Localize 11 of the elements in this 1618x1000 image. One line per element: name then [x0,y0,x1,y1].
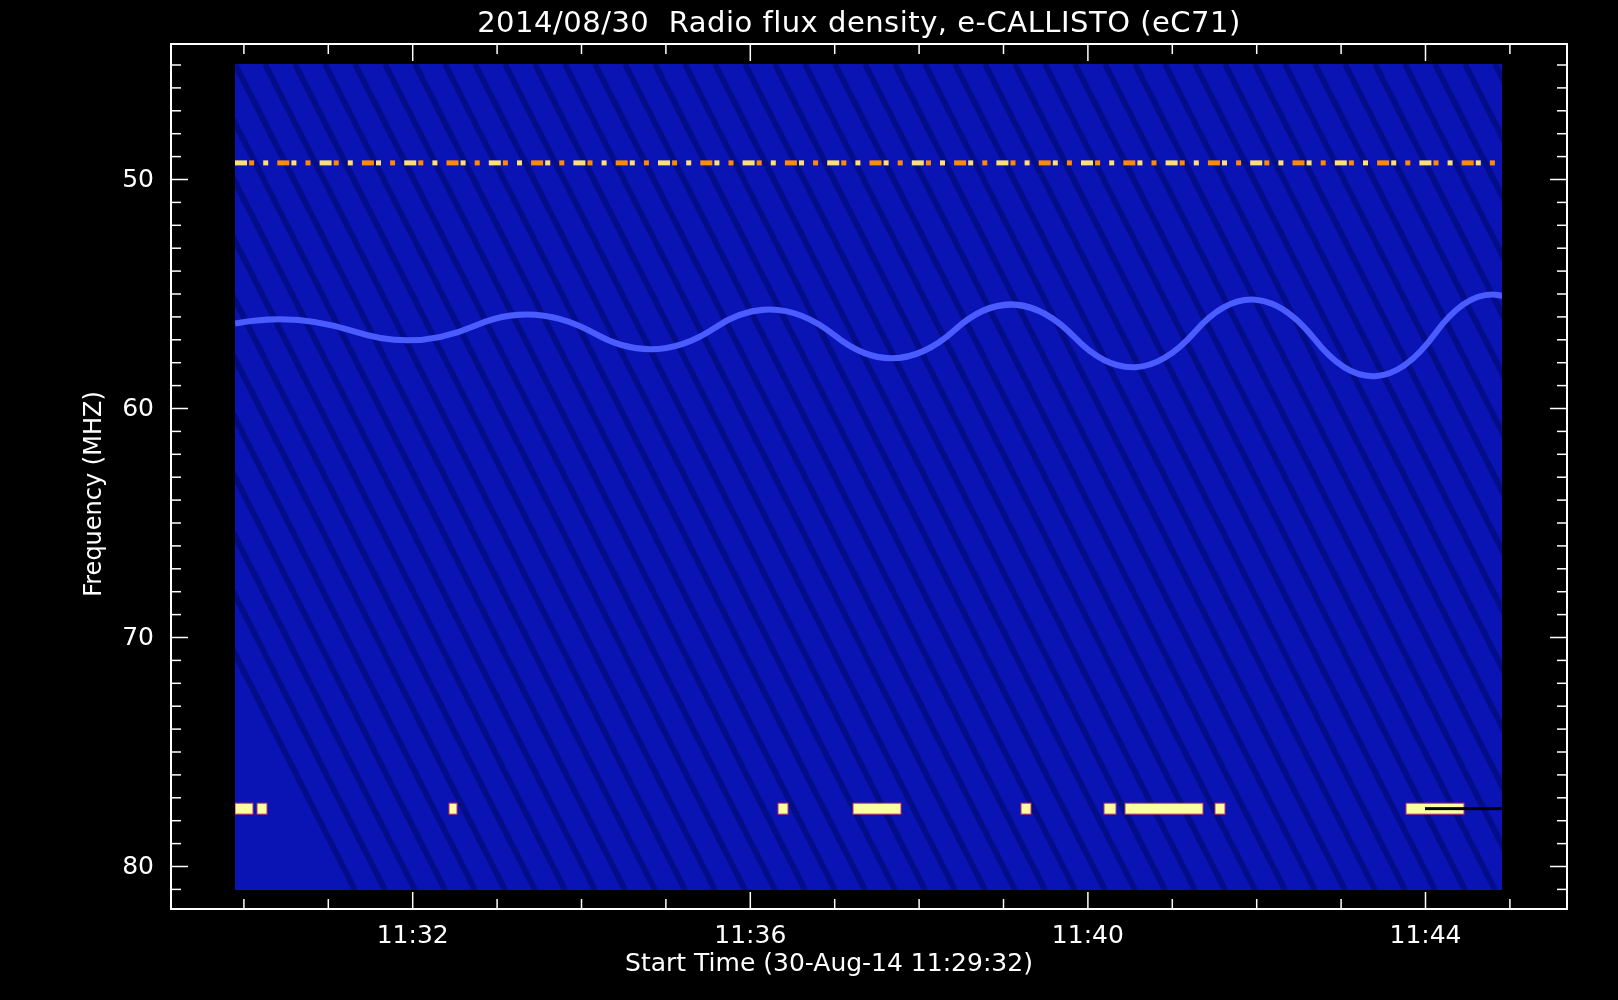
y-tick-label: 70 [122,621,154,650]
x-axis-label: Start Time (30-Aug-14 11:29:32) [625,948,1033,977]
y-tick-label: 80 [122,850,154,879]
y-tick-label: 50 [122,163,154,192]
x-tick-label: 11:36 [714,920,787,949]
x-tick-label: 11:44 [1389,920,1462,949]
y-tick-label: 60 [122,392,154,421]
x-tick-label: 11:32 [376,920,449,949]
y-axis-label: Frequency (MHZ) [79,391,107,597]
chart-title: 2014/08/30 Radio flux density, e-CALLISTO (eC71) [476,3,1242,41]
x-tick-label: 11:40 [1051,920,1124,949]
